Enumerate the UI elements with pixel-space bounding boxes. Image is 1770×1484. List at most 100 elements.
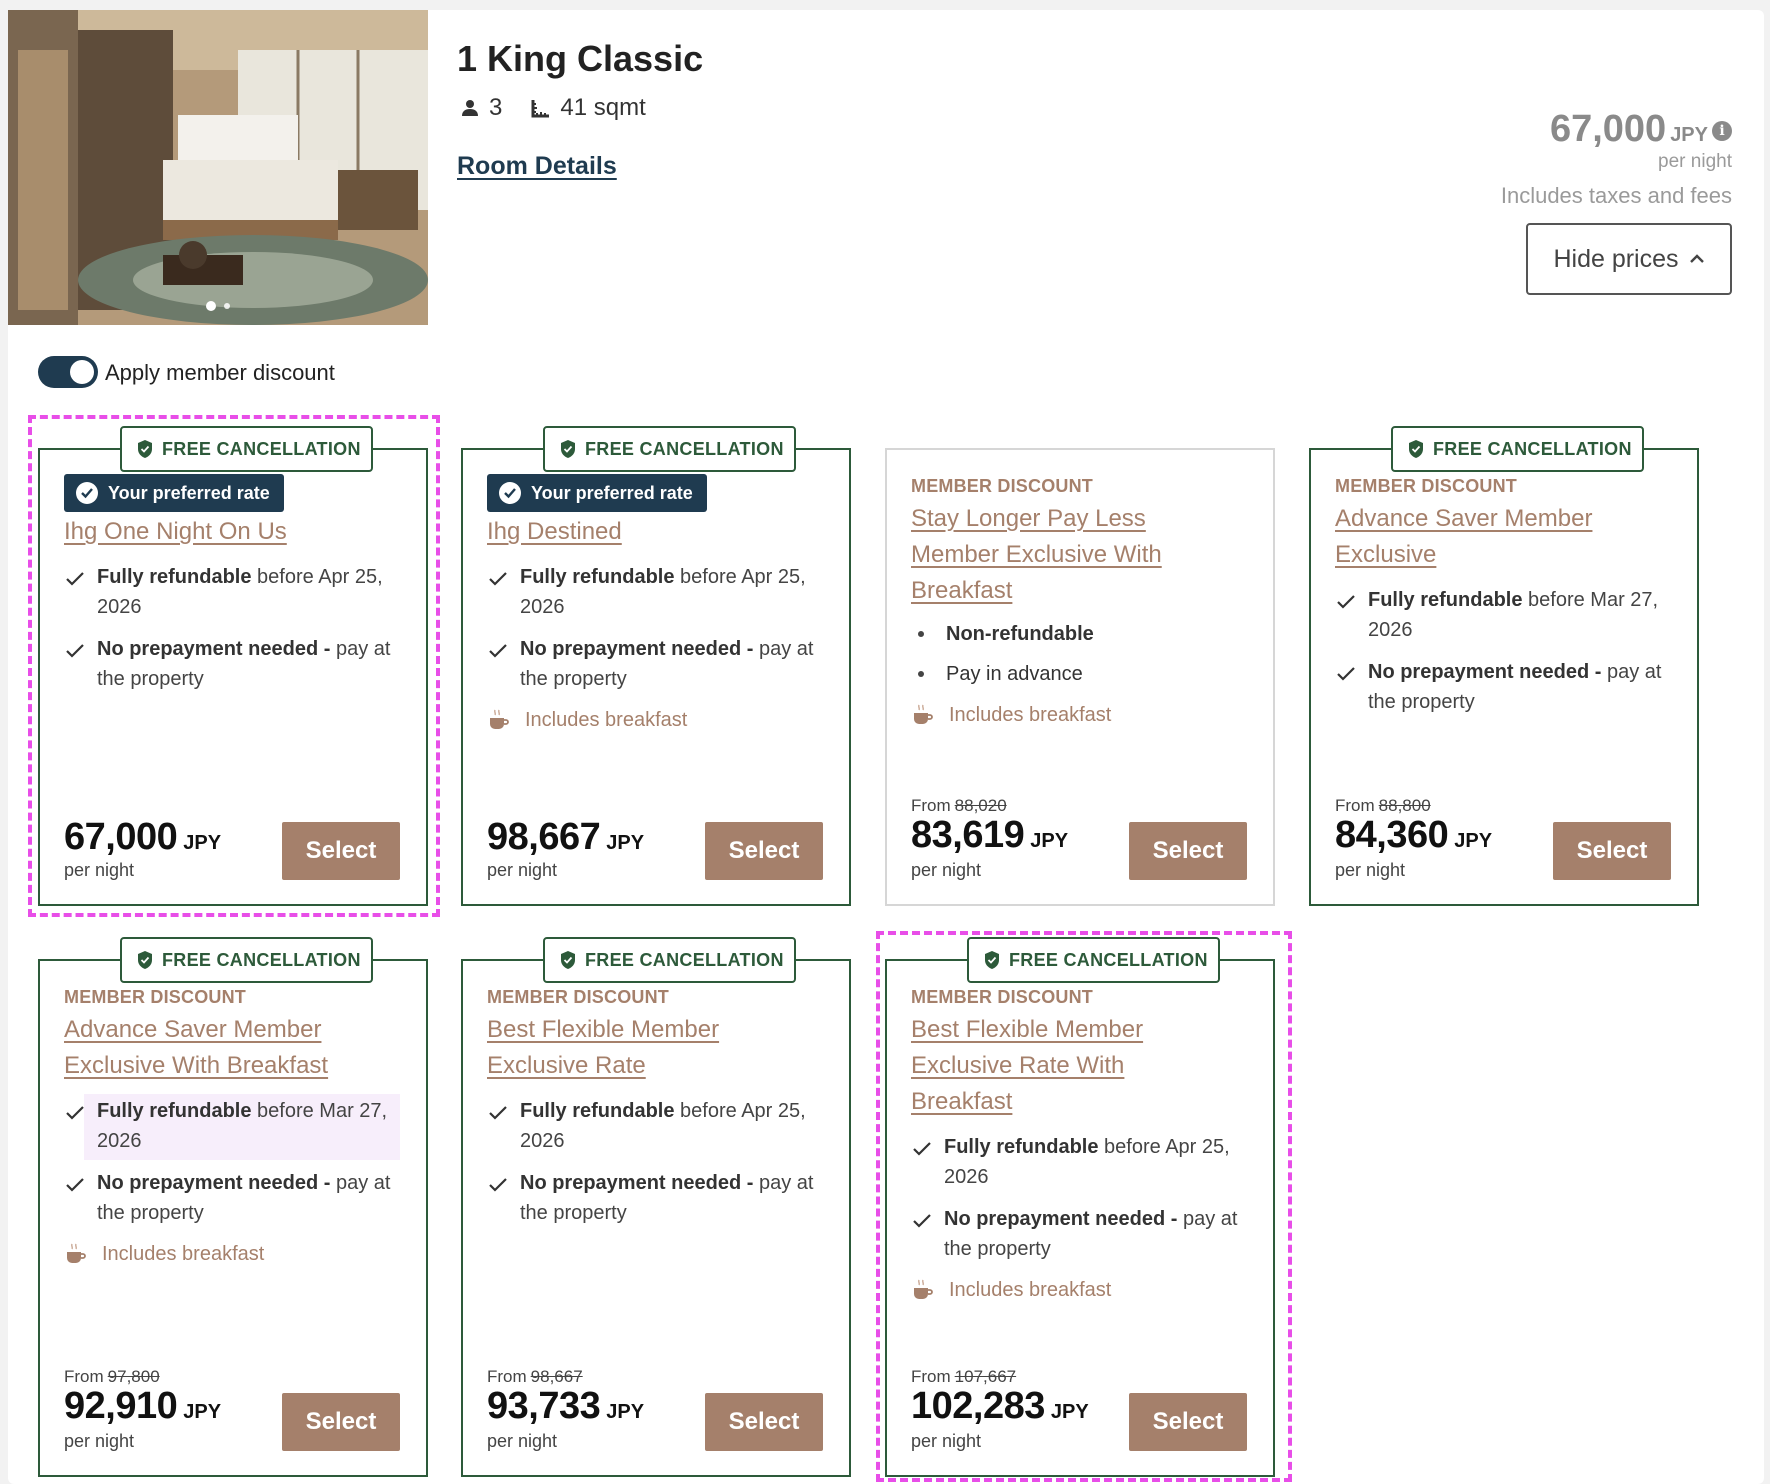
feature-nonrefundable: Non-refundable: [911, 619, 1249, 649]
ruler-icon: [530, 97, 552, 119]
preferred-rate-tag: Your preferred rate: [487, 474, 707, 512]
price: 83,619 JPY: [911, 814, 1069, 856]
member-discount-tag: MEMBER DISCOUNT: [911, 987, 1093, 1007]
carousel-dot-active[interactable]: [206, 301, 216, 311]
rate-name-link[interactable]: Ihg One Night On Us: [64, 514, 402, 550]
shield-check-icon: [1409, 440, 1423, 458]
preferred-rate-label: Your preferred rate: [108, 482, 270, 503]
check-icon: [489, 1178, 507, 1192]
hide-prices-label: Hide prices: [1553, 244, 1679, 273]
coffee-cup-icon: [914, 1279, 933, 1299]
hide-prices-button[interactable]: Hide prices: [1526, 223, 1732, 295]
feature-breakfast: Includes breakfast: [487, 708, 825, 732]
free-cancellation-badge: FREE CANCELLATION: [543, 426, 796, 472]
from-price: From 88,020: [911, 796, 1007, 815]
from-price: From 98,667: [487, 1367, 583, 1386]
check-icon: [66, 1106, 84, 1120]
chevron-up-icon: [1689, 254, 1704, 263]
room-details-link[interactable]: Room Details: [457, 152, 617, 181]
shield-check-icon: [985, 951, 999, 969]
rate-name-link[interactable]: Ihg Destined: [487, 514, 825, 550]
check-icon: [489, 1106, 507, 1120]
rate-name-link[interactable]: Best Flexible Member Exclusive Rate With…: [911, 1012, 1211, 1120]
badge-label: FREE CANCELLATION: [162, 949, 361, 970]
price: 93,733 JPY: [487, 1385, 645, 1427]
room-meta: 3 41 sqmt: [459, 94, 674, 122]
check-icon: [489, 644, 507, 658]
info-icon[interactable]: i: [1712, 121, 1732, 141]
room-size: 41 sqmt: [530, 94, 646, 122]
feature-prepayment: No prepayment needed - pay at the proper…: [64, 634, 402, 694]
member-discount-label: Apply member discount: [105, 360, 335, 385]
select-button[interactable]: Select: [1553, 822, 1671, 880]
check-icon: [913, 1214, 931, 1228]
room-photo-carousel[interactable]: [8, 10, 428, 325]
select-button[interactable]: Select: [705, 1393, 823, 1451]
from-price: From 88,800: [1335, 796, 1431, 815]
feature-refundable: Fully refundable before Apr 25, 2026: [64, 562, 402, 622]
check-icon: [1337, 667, 1355, 681]
feature-refundable: Fully refundable before Apr 25, 2026: [487, 1096, 825, 1156]
feature-prepayment: No prepayment needed - pay at the proper…: [487, 1168, 825, 1228]
free-cancellation-badge: FREE CANCELLATION: [120, 937, 373, 983]
member-discount-tag: MEMBER DISCOUNT: [64, 987, 246, 1007]
taxes-note: Includes taxes and fees: [1500, 183, 1732, 208]
rate-name-link[interactable]: Advance Saver Member Exclusive: [1335, 501, 1635, 573]
member-discount-toggle[interactable]: [38, 356, 98, 388]
select-button[interactable]: Select: [1129, 822, 1247, 880]
feature-prepayment: No prepayment needed - pay at the proper…: [1335, 657, 1673, 717]
carousel-dot[interactable]: [224, 303, 230, 309]
coffee-cup-icon: [67, 1243, 86, 1263]
room-photo: [8, 10, 428, 325]
shield-check-icon: [561, 440, 575, 458]
rate-card: FREE CANCELLATION MEMBER DISCOUNT Advanc…: [1309, 426, 1699, 906]
feature-refundable: Fully refundable before Apr 25, 2026: [487, 562, 825, 622]
badge-label: FREE CANCELLATION: [1009, 949, 1208, 970]
badge-label: FREE CANCELLATION: [1433, 438, 1632, 459]
shield-check-icon: [561, 951, 575, 969]
rate-card: FREE CANCELLATION MEMBER DISCOUNT Best F…: [461, 937, 851, 1477]
check-icon: [489, 572, 507, 586]
price: 92,910 JPY: [64, 1385, 222, 1427]
free-cancellation-badge: FREE CANCELLATION: [543, 937, 796, 983]
header-per-night: per night: [1658, 151, 1732, 172]
preferred-rate-tag: Your preferred rate: [64, 474, 284, 512]
per-night: per night: [1335, 860, 1406, 880]
rate-card: MEMBER DISCOUNT Stay Longer Pay Less Mem…: [885, 448, 1275, 906]
shield-check-icon: [138, 951, 152, 969]
room-size-value: 41 sqmt: [560, 94, 646, 121]
check-icon: [66, 572, 84, 586]
header-price-currency: JPY: [1670, 124, 1708, 146]
select-button[interactable]: Select: [705, 822, 823, 880]
rate-name-link[interactable]: Best Flexible Member Exclusive Rate: [487, 1012, 787, 1084]
feature-prepayment: No prepayment needed - pay at the proper…: [64, 1168, 402, 1228]
select-button[interactable]: Select: [282, 822, 400, 880]
rate-card: FREE CANCELLATION MEMBER DISCOUNT Advanc…: [38, 937, 428, 1477]
free-cancellation-badge: FREE CANCELLATION: [120, 426, 373, 472]
badge-label: FREE CANCELLATION: [162, 438, 361, 459]
rate-card: FREE CANCELLATION Your preferred rate Ih…: [38, 426, 428, 906]
select-button[interactable]: Select: [1129, 1393, 1247, 1451]
feature-refundable: Fully refundable before Apr 25, 2026: [911, 1132, 1249, 1192]
rate-card: FREE CANCELLATION Your preferred rate Ih…: [461, 426, 851, 906]
from-price: From 107,667: [911, 1367, 1017, 1386]
rate-name-link[interactable]: Advance Saver Member Exclusive With Brea…: [64, 1012, 364, 1084]
feature-breakfast: Includes breakfast: [911, 1278, 1249, 1302]
member-discount-tag: MEMBER DISCOUNT: [1335, 476, 1517, 496]
feature-breakfast: Includes breakfast: [911, 703, 1249, 727]
select-button[interactable]: Select: [282, 1393, 400, 1451]
price: 102,283 JPY: [911, 1385, 1089, 1427]
guest-count: 3: [459, 94, 502, 122]
check-icon: [66, 644, 84, 658]
coffee-cup-icon: [914, 704, 933, 724]
free-cancellation-badge: FREE CANCELLATION: [967, 937, 1220, 983]
per-night: per night: [487, 1431, 558, 1451]
per-night: per night: [64, 1431, 135, 1451]
member-discount-tag: MEMBER DISCOUNT: [911, 476, 1093, 496]
member-discount-tag: MEMBER DISCOUNT: [487, 987, 669, 1007]
header-price: 67,000 JPY i: [1550, 108, 1732, 151]
feature-refundable: Fully refundable before Mar 27, 2026: [64, 1094, 402, 1160]
rate-name-link[interactable]: Stay Longer Pay Less Member Exclusive Wi…: [911, 501, 1211, 609]
feature-prepayment: No prepayment needed - pay at the proper…: [487, 634, 825, 694]
free-cancellation-badge: FREE CANCELLATION: [1391, 426, 1644, 472]
